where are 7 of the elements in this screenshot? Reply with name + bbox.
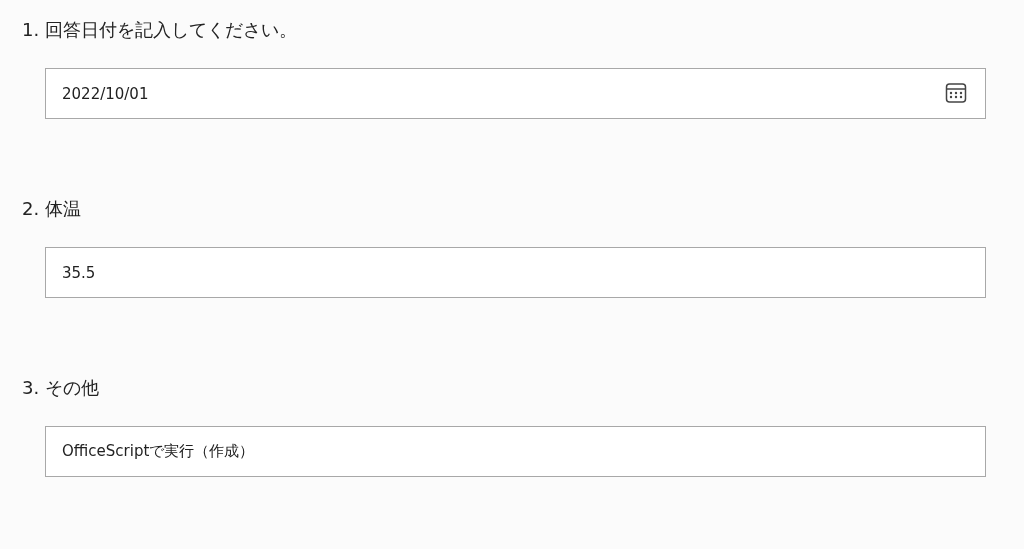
question-title: 2. 体温	[22, 198, 81, 219]
question-title: 3. その他	[22, 377, 99, 398]
question-title: 1. 回答日付を記入してください。	[22, 19, 297, 40]
calendar-icon[interactable]	[945, 82, 967, 104]
date-field[interactable]: 2022/10/01	[45, 68, 986, 119]
input-field[interactable]: OfficeScriptで実行（作成）	[45, 426, 986, 477]
input-field[interactable]: 35.5	[45, 247, 986, 298]
